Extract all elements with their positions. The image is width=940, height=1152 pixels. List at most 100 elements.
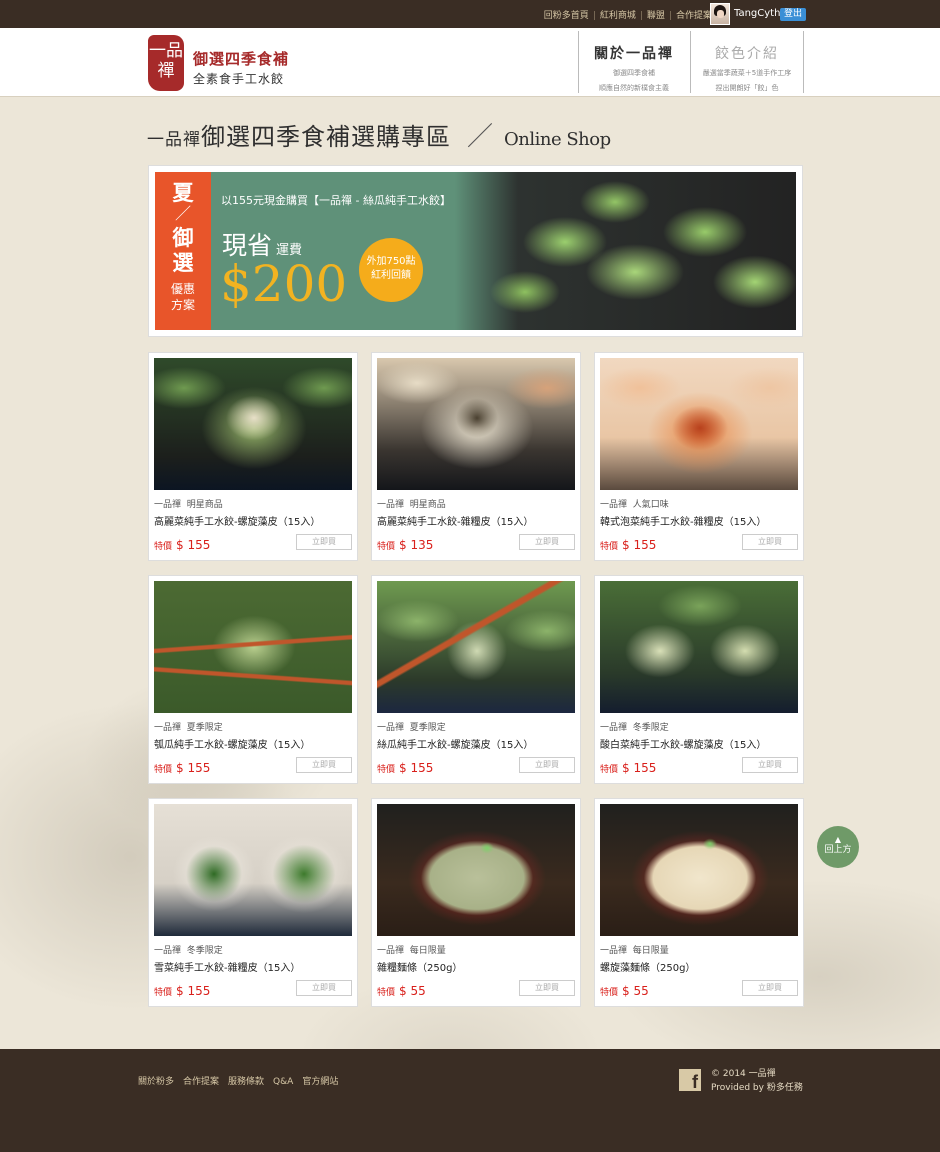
product-meta: 一品禪 人氣口味 xyxy=(600,499,798,511)
nav-intro-sub2: 捏出開朗好「餃」色 xyxy=(715,84,779,92)
promo-bonus-badge: 外加750點 紅利回饋 xyxy=(359,238,423,302)
product-brand: 一品禪 xyxy=(600,500,628,510)
product-tag: 每日限量 xyxy=(409,946,446,956)
price-label: 特價 xyxy=(154,765,173,775)
logout-button[interactable]: 登出 xyxy=(780,8,807,21)
product-photo[interactable] xyxy=(600,581,798,713)
product-brand: 一品禪 xyxy=(154,500,182,510)
nav-about[interactable]: 關於一品禪 御選四季食補 順應自然的新樸食主義 xyxy=(578,31,690,94)
promo-bonus-line1: 外加750點 xyxy=(366,256,416,267)
product-price: $ 155 xyxy=(399,761,434,775)
page-title-slash: ／ xyxy=(467,122,495,152)
product-card[interactable]: 一品禪 冬季限定 雪菜純手工水餃-雜糧皮（15入） 特價 $ 155 立即買 xyxy=(148,798,358,1007)
product-tag: 明星商品 xyxy=(186,500,223,510)
product-meta: 一品禪 明星商品 xyxy=(154,499,352,511)
product-name[interactable]: 高麗菜純手工水餃-雜糧皮（15入） xyxy=(377,516,575,529)
buy-now-button[interactable]: 立即買 xyxy=(296,757,352,773)
price-label: 特價 xyxy=(600,988,619,998)
price-label: 特價 xyxy=(377,765,396,775)
product-card[interactable]: 一品禪 人氣口味 韓式泡菜純手工水餃-雜糧皮（15入） 特價 $ 155 立即買 xyxy=(594,352,804,561)
promo-bonus-line2: 紅利回饋 xyxy=(371,270,411,281)
logo-subtitle: 全素食手工水餃 xyxy=(193,72,285,86)
product-brand: 一品禪 xyxy=(154,723,182,733)
product-price-row: 特價 $ 55 立即買 xyxy=(377,980,575,998)
nav-dumpling-intro[interactable]: 餃色介紹 嚴選當季蔬菜＋5道手作工序 捏出開朗好「餃」色 xyxy=(691,31,803,94)
product-card[interactable]: 一品禪 每日限量 雜糧麵條（250g） 特價 $ 55 立即買 xyxy=(371,798,581,1007)
buy-now-button[interactable]: 立即買 xyxy=(519,980,575,996)
product-photo[interactable] xyxy=(154,358,352,490)
link-fando-home[interactable]: 回粉多首頁 xyxy=(544,11,589,21)
buy-now-button[interactable]: 立即買 xyxy=(742,980,798,996)
badge-summer: 夏 xyxy=(172,180,194,205)
product-tag: 夏季限定 xyxy=(409,723,446,733)
site-header: 一品禪 御選四季食補 全素食手工水餃 關於一品禪 御選四季食補 順應自然的新樸食… xyxy=(0,28,940,97)
product-name[interactable]: 酸白菜純手工水餃-螺旋藻皮（15入） xyxy=(600,739,798,752)
user-avatar[interactable] xyxy=(710,3,730,25)
top-links: 回粉多首頁 | 紅利商城 | 聯盟 | 合作提案 xyxy=(543,11,712,21)
product-name[interactable]: 瓠瓜純手工水餃-螺旋藻皮（15入） xyxy=(154,739,352,752)
link-cooperation[interactable]: 合作提案 xyxy=(676,11,712,21)
buy-now-button[interactable]: 立即買 xyxy=(296,534,352,550)
product-tag: 每日限量 xyxy=(632,946,669,956)
product-price-row: 特價 $ 155 立即買 xyxy=(154,980,352,998)
buy-now-button[interactable]: 立即買 xyxy=(742,757,798,773)
product-meta: 一品禪 每日限量 xyxy=(600,945,798,957)
product-price-row: 特價 $ 155 立即買 xyxy=(600,534,798,552)
product-price: $ 155 xyxy=(176,538,211,552)
product-price: $ 155 xyxy=(622,538,657,552)
product-photo[interactable] xyxy=(377,804,575,936)
product-name[interactable]: 雜糧麵條（250g） xyxy=(377,962,575,975)
footer-link-official[interactable]: 官方網站 xyxy=(302,1077,338,1087)
price-label: 特價 xyxy=(154,988,173,998)
product-tag: 夏季限定 xyxy=(186,723,223,733)
link-alliance[interactable]: 聯盟 xyxy=(647,11,665,21)
promo-banner[interactable]: 夏 ／ 御 選 優惠 方案 以155元現金購買【一品禪 - 絲瓜純手工水餃】 現… xyxy=(148,165,803,337)
username[interactable]: TangCyth xyxy=(734,8,780,19)
product-photo[interactable] xyxy=(600,358,798,490)
product-photo[interactable] xyxy=(154,581,352,713)
product-card[interactable]: 一品禪 夏季限定 瓠瓜純手工水餃-螺旋藻皮（15入） 特價 $ 155 立即買 xyxy=(148,575,358,784)
footer-link-cooperation[interactable]: 合作提案 xyxy=(183,1077,219,1087)
product-card[interactable]: 一品禪 每日限量 螺旋藻麵條（250g） 特價 $ 55 立即買 xyxy=(594,798,804,1007)
product-name[interactable]: 雪菜純手工水餃-雜糧皮（15入） xyxy=(154,962,352,975)
product-photo[interactable] xyxy=(377,581,575,713)
product-photo[interactable] xyxy=(154,804,352,936)
product-brand: 一品禪 xyxy=(377,946,405,956)
page-title-main: 御選四季食補選購專區 xyxy=(201,123,451,151)
product-brand: 一品禪 xyxy=(600,723,628,733)
badge-xuan: 選 xyxy=(172,250,194,275)
product-card[interactable]: 一品禪 明星商品 高麗菜純手工水餃-雜糧皮（15入） 特價 $ 135 立即買 xyxy=(371,352,581,561)
nav-about-sub1: 御選四季食補 xyxy=(613,69,655,77)
footer-link-about[interactable]: 關於粉多 xyxy=(138,1077,174,1087)
product-name[interactable]: 絲瓜純手工水餃-螺旋藻皮（15入） xyxy=(377,739,575,752)
product-brand: 一品禪 xyxy=(154,946,182,956)
product-meta: 一品禪 夏季限定 xyxy=(377,722,575,734)
buy-now-button[interactable]: 立即買 xyxy=(519,534,575,550)
promo-line: 以155元現金購買【一品禪 - 絲瓜純手工水餃】 xyxy=(221,194,451,207)
link-bonus-mall[interactable]: 紅利商城 xyxy=(600,11,636,21)
product-tag: 明星商品 xyxy=(409,500,446,510)
buy-now-button[interactable]: 立即買 xyxy=(742,534,798,550)
product-name[interactable]: 高麗菜純手工水餃-螺旋藻皮（15入） xyxy=(154,516,352,529)
footer-link-terms[interactable]: 服務條款 xyxy=(228,1077,264,1087)
buy-now-button[interactable]: 立即買 xyxy=(296,980,352,996)
footer-link-qa[interactable]: Q&A xyxy=(273,1077,293,1087)
product-card[interactable]: 一品禪 冬季限定 酸白菜純手工水餃-螺旋藻皮（15入） 特價 $ 155 立即買 xyxy=(594,575,804,784)
product-photo[interactable] xyxy=(600,804,798,936)
brand-logo-icon[interactable]: 一品禪 xyxy=(148,35,184,91)
back-to-top-button[interactable]: ▲ 回上方 xyxy=(817,826,859,868)
product-name[interactable]: 韓式泡菜純手工水餃-雜糧皮（15入） xyxy=(600,516,798,529)
price-label: 特價 xyxy=(600,542,619,552)
nav-about-title: 關於一品禪 xyxy=(594,46,674,62)
facebook-icon[interactable]: f xyxy=(679,1069,701,1092)
product-price-row: 特價 $ 135 立即買 xyxy=(377,534,575,552)
logo-title[interactable]: 御選四季食補 xyxy=(193,48,289,69)
product-photo[interactable] xyxy=(377,358,575,490)
badge-plan: 方案 xyxy=(170,298,195,312)
product-price: $ 155 xyxy=(622,761,657,775)
buy-now-button[interactable]: 立即買 xyxy=(519,757,575,773)
product-name[interactable]: 螺旋藻麵條（250g） xyxy=(600,962,798,975)
product-card[interactable]: 一品禪 夏季限定 絲瓜純手工水餃-螺旋藻皮（15入） 特價 $ 155 立即買 xyxy=(371,575,581,784)
badge-offer: 優惠 xyxy=(170,282,195,296)
product-card[interactable]: 一品禪 明星商品 高麗菜純手工水餃-螺旋藻皮（15入） 特價 $ 155 立即買 xyxy=(148,352,358,561)
